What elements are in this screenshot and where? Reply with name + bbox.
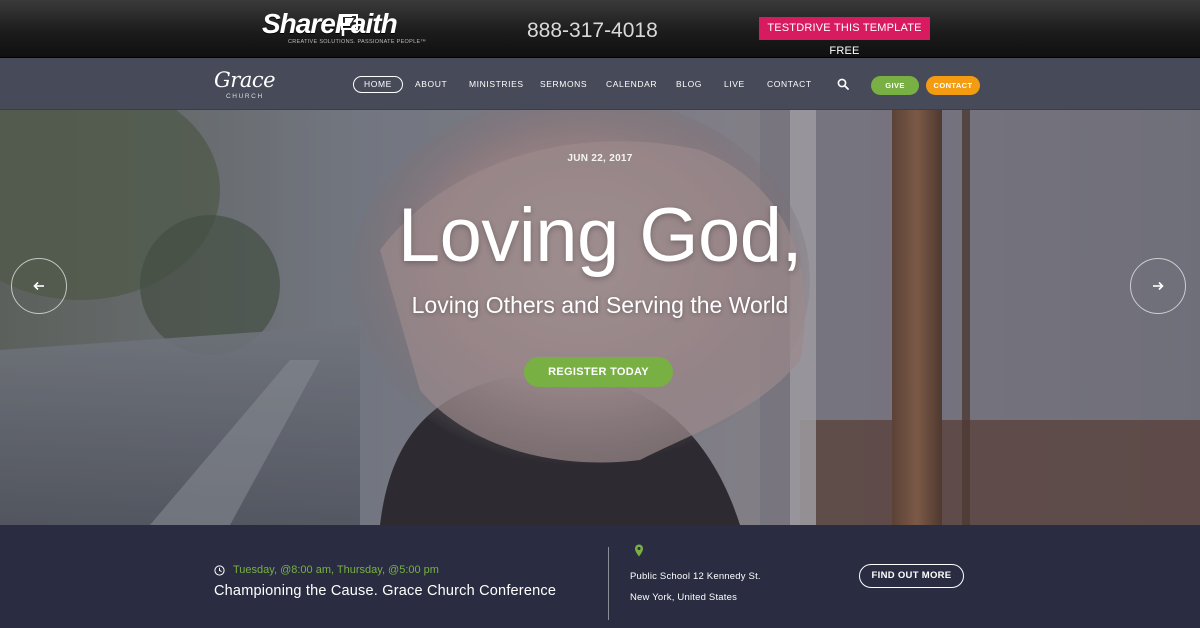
nav-item-ministries[interactable]: MINISTRIES [469,76,524,93]
hero-date: JUN 22, 2017 [567,153,633,164]
nav-item-home[interactable]: HOME [353,76,403,93]
slider-next-button[interactable] [1130,258,1186,314]
register-today-button[interactable]: REGISTER TODAY [524,357,673,387]
search-icon[interactable] [837,78,849,90]
logo-script-text: Grace [214,68,276,92]
nav-item-blog[interactable]: BLOG [676,76,702,93]
event-address-line2: New York, United States [630,592,738,603]
arrow-right-icon [1153,281,1164,291]
promo-bar: ShareFaith CREATIVE SOLUTIONS. PASSIONAT… [0,0,1200,58]
contact-button[interactable]: CONTACT [926,76,980,95]
slider-prev-button[interactable] [11,258,67,314]
event-divider [608,547,609,620]
sharefaith-logo-text: ShareFaith [262,8,398,39]
hero-title: Loving God, [397,193,803,278]
grace-church-logo[interactable]: Grace CHURCH [214,68,276,102]
testdrive-button[interactable]: TESTDRIVE THIS TEMPLATE FREE [759,17,930,57]
nav-item-sermons[interactable]: SERMONS [540,76,587,93]
main-navbar: Grace CHURCH HOME ABOUT MINISTRIES SERMO… [0,58,1200,110]
event-time: Tuesday, @8:00 am, Thursday, @5:00 pm [233,564,439,576]
flag-icon [341,14,358,36]
phone-number[interactable]: 888-317-4018 [527,19,658,43]
nav-item-live[interactable]: LIVE [724,76,745,93]
give-button[interactable]: GIVE [871,76,919,95]
nav-item-about[interactable]: ABOUT [415,76,447,93]
nav-item-calendar[interactable]: CALENDAR [606,76,657,93]
sharefaith-tagline: CREATIVE SOLUTIONS. PASSIONATE PEOPLE™ [288,39,427,45]
sharefaith-logo[interactable]: ShareFaith CREATIVE SOLUTIONS. PASSIONAT… [262,8,428,48]
find-out-more-button[interactable]: FIND OUT MORE [859,564,964,588]
clock-icon [214,565,225,576]
hero-subtitle: Loving Others and Serving the World [411,292,789,318]
event-title[interactable]: Championing the Cause. Grace Church Conf… [214,583,556,599]
map-pin-icon [635,544,643,557]
arrow-left-icon [33,281,44,291]
event-address-line1: Public School 12 Kennedy St. [630,571,761,582]
hero-slider: JUN 22, 2017 Loving God, Loving Others a… [0,110,1200,525]
nav-item-contact[interactable]: CONTACT [767,76,812,93]
logo-sub-text: CHURCH [226,93,264,100]
featured-event-bar: Tuesday, @8:00 am, Thursday, @5:00 pm Ch… [0,525,1200,628]
